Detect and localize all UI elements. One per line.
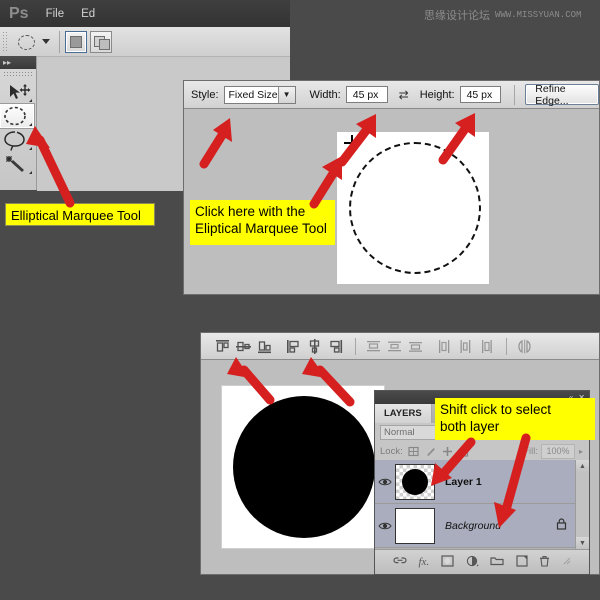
arrow-to-canvas-click-point (306, 150, 354, 208)
watermark-en: WWW.MISSYUAN.COM (495, 10, 581, 20)
divider (506, 338, 507, 355)
distribute-top-edges-icon[interactable] (364, 337, 383, 356)
elliptical-marquee-icon[interactable] (15, 31, 37, 53)
distribute-bottom-edges-icon[interactable] (406, 337, 425, 356)
distribute-vertical-group (364, 337, 427, 356)
lock-transparent-pixels-icon[interactable] (407, 445, 420, 458)
align-top-edges-icon[interactable] (213, 337, 232, 356)
callout-line-1: Shift click to select (440, 401, 590, 418)
options-bar-grip[interactable] (2, 31, 8, 53)
align-left-edges-icon[interactable] (284, 337, 303, 356)
chevron-down-icon[interactable]: ▼ (278, 87, 295, 103)
menu-item-edit[interactable]: Ed (81, 8, 95, 20)
distribute-horizontal-group (435, 337, 498, 356)
align-right-edges-icon[interactable] (326, 337, 345, 356)
arrow-to-background-row (492, 434, 540, 532)
distribute-left-edges-icon[interactable] (435, 337, 454, 356)
align-bottom-edges-icon[interactable] (255, 337, 274, 356)
scroll-up-arrow[interactable]: ▲ (576, 460, 589, 472)
layers-list: Layer 1 Background ▲ ▼ (375, 460, 589, 549)
divider (514, 85, 515, 105)
lock-row: Lock: Fill: 100% ▸ (375, 442, 589, 460)
layer-row-layer1[interactable]: Layer 1 (375, 460, 589, 504)
app-options-bar (0, 27, 290, 57)
align-horizontal-centers-icon[interactable] (305, 337, 324, 356)
fill-value[interactable]: 100% (541, 444, 575, 459)
style-value: Fixed Size (229, 89, 278, 101)
new-layer-icon[interactable] (516, 555, 528, 570)
arrow-to-height-input (437, 110, 489, 168)
options-and-canvas-panel: Style: Fixed Size ▼ Width: 45 px ⇄ Heigh… (183, 80, 600, 295)
height-label: Height: (420, 89, 455, 101)
arrow-to-align-horizontal-centers (296, 354, 358, 406)
menu-bar: Ps File Ed (0, 0, 290, 27)
new-adjustment-layer-icon[interactable] (466, 555, 479, 570)
chevron-right-icon[interactable]: ▸ (579, 447, 583, 456)
align-vertical-group (213, 337, 276, 356)
align-horizontal-group (284, 337, 347, 356)
chevron-down-icon[interactable] (42, 39, 50, 44)
new-selection-button[interactable] (65, 31, 87, 53)
distribute-vertical-centers-icon[interactable] (385, 337, 404, 356)
divider (59, 31, 60, 53)
marquee-options-bar: Style: Fixed Size ▼ Width: 45 px ⇄ Heigh… (184, 81, 599, 109)
photoshop-logo: Ps (9, 5, 29, 23)
style-dropdown[interactable]: Fixed Size ▼ (224, 86, 296, 104)
align-vertical-centers-icon[interactable] (234, 337, 253, 356)
new-group-icon[interactable] (490, 555, 504, 569)
canvas-with-filled-circle[interactable] (221, 385, 385, 549)
layer-style-fx-icon[interactable]: fx. (418, 556, 429, 568)
menu-item-file[interactable]: File (46, 8, 65, 20)
height-input[interactable]: 45 px (460, 86, 502, 103)
width-label: Width: (310, 89, 341, 101)
arrow-to-layer1-row (423, 436, 479, 492)
add-layer-mask-icon[interactable] (441, 555, 454, 570)
visibility-eye-icon[interactable] (375, 521, 395, 531)
callout-line-2: both layer (440, 418, 590, 435)
delete-layer-icon[interactable] (539, 555, 550, 570)
watermark: 思缘设计论坛 WWW.MISSYUAN.COM (424, 7, 581, 23)
lock-icon (556, 518, 567, 533)
tools-panel-collapse[interactable]: ▸▸ (0, 56, 36, 69)
callout-line-2: Eliptical Marquee Tool (195, 220, 330, 237)
watermark-cn: 思缘设计论坛 (424, 7, 490, 23)
auto-align-layers-icon[interactable] (515, 337, 534, 356)
resize-grip-icon[interactable] (562, 556, 571, 568)
distribute-right-edges-icon[interactable] (477, 337, 496, 356)
layers-scrollbar[interactable]: ▲ ▼ (575, 460, 589, 549)
black-circle-shape (233, 396, 375, 538)
arrow-to-align-vertical-centers (222, 354, 278, 404)
lock-label: Lock: (380, 446, 403, 457)
visibility-eye-icon[interactable] (375, 477, 395, 487)
distribute-horizontal-centers-icon[interactable] (456, 337, 475, 356)
style-label: Style: (191, 89, 219, 101)
width-input[interactable]: 45 px (346, 86, 388, 103)
divider (355, 338, 356, 355)
link-layers-icon[interactable] (393, 555, 407, 569)
add-to-selection-button[interactable] (90, 31, 112, 53)
layer-row-background[interactable]: Background (375, 504, 589, 548)
swap-dimensions-icon[interactable]: ⇄ (399, 88, 409, 102)
layers-panel-footer: fx. (375, 549, 589, 574)
tab-layers[interactable]: LAYERS (375, 404, 432, 423)
arrow-to-elliptical-marquee-tool (18, 118, 78, 208)
scroll-down-arrow[interactable]: ▼ (576, 537, 589, 549)
arrow-to-style-dropdown (196, 112, 244, 168)
tools-panel-grip[interactable] (3, 71, 33, 78)
layer-thumbnail[interactable] (395, 508, 435, 544)
move-tool[interactable] (0, 80, 34, 104)
refine-edge-button[interactable]: Refine Edge... (525, 84, 599, 105)
